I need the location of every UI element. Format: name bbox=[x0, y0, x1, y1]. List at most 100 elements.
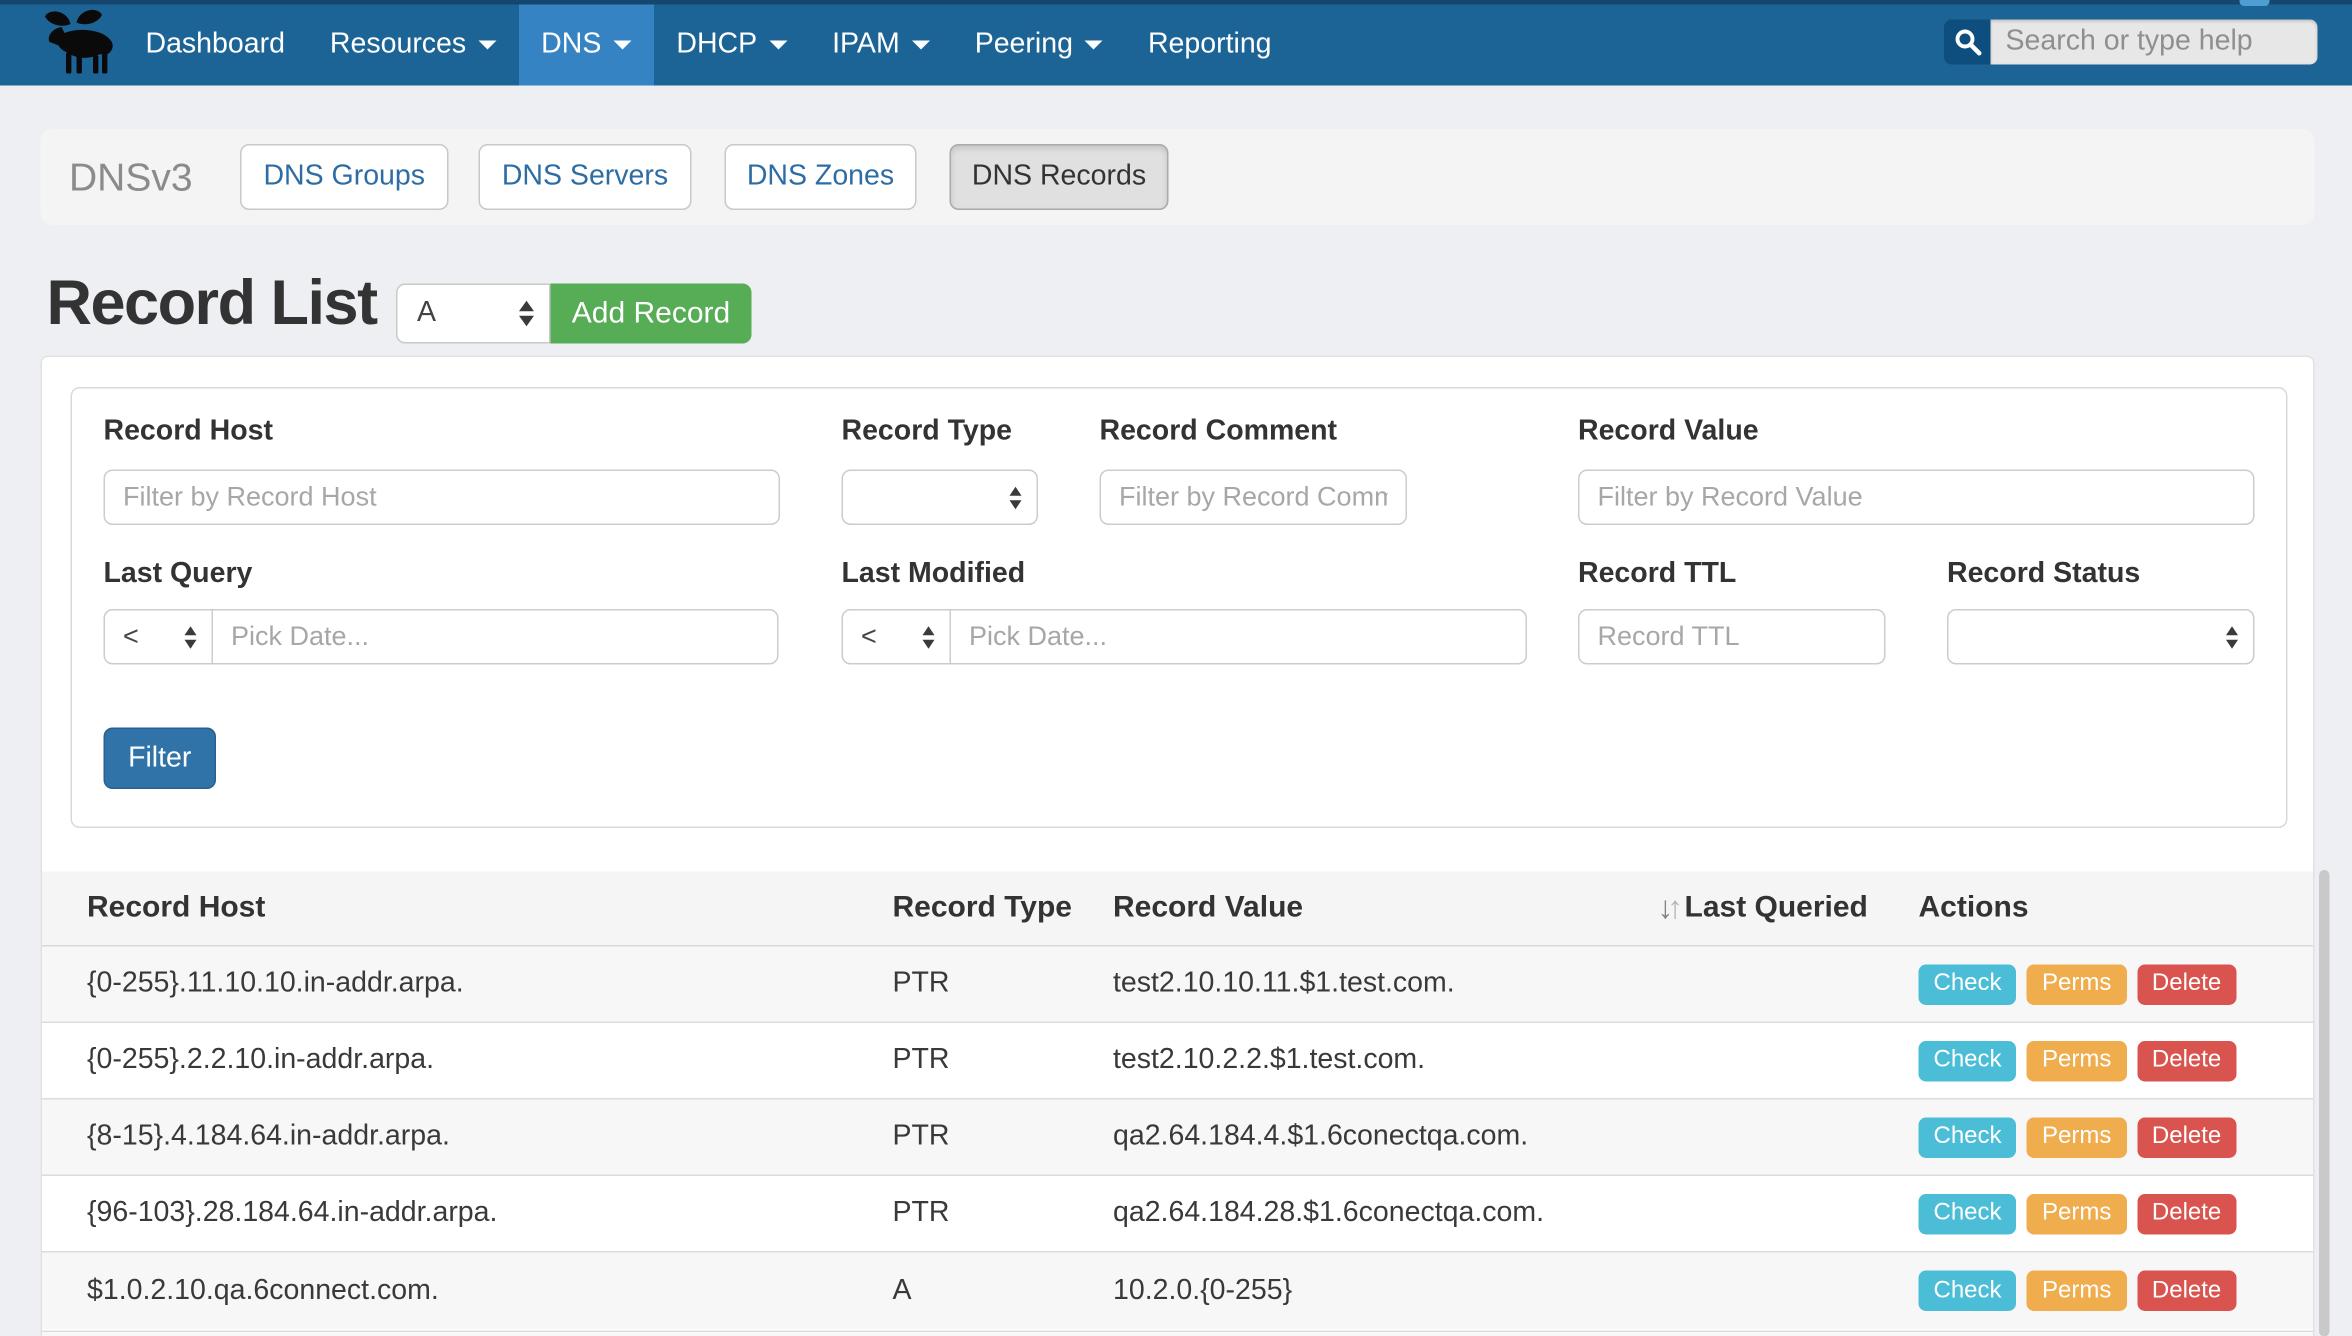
record-ttl-label: Record TTL bbox=[1578, 558, 1736, 590]
col-header-last-queried[interactable]: ↓↑ Last Queried bbox=[1658, 890, 1919, 926]
sort-icon: ↓↑ bbox=[1658, 890, 1684, 926]
check-button[interactable]: Check bbox=[1919, 964, 2017, 1005]
last-query-combo: < bbox=[104, 609, 779, 665]
filter-record-value-label-wrap: Record Value bbox=[1578, 416, 1759, 449]
cell-actions: Check Perms Delete bbox=[1919, 1040, 2314, 1081]
last-query-date-input[interactable] bbox=[213, 609, 779, 665]
record-host-label: Record Host bbox=[104, 416, 273, 448]
delete-button[interactable]: Delete bbox=[2137, 1193, 2236, 1234]
nav-label: Peering bbox=[975, 29, 1073, 62]
nav-item-reporting[interactable]: Reporting bbox=[1125, 5, 1294, 86]
perms-button[interactable]: Perms bbox=[2027, 1117, 2126, 1158]
record-comment-label: Record Comment bbox=[1100, 416, 1338, 448]
cell-record-host: $1.0.2.10.qa.6connect.com. bbox=[87, 1274, 893, 1307]
perms-button[interactable]: Perms bbox=[2027, 1040, 2126, 1081]
record-value-filter-input[interactable] bbox=[1578, 470, 2255, 526]
select-stepper-icon bbox=[2226, 626, 2238, 649]
col-header-record-value: Record Value bbox=[1113, 891, 1658, 926]
filter-record-comment-label-wrap: Record Comment bbox=[1100, 416, 1338, 449]
select-stepper-icon bbox=[185, 626, 197, 649]
cell-record-host: {0-255}.2.2.10.in-addr.arpa. bbox=[87, 1044, 893, 1077]
cell-record-type: PTR bbox=[893, 1121, 1114, 1154]
nav-item-ipam[interactable]: IPAM bbox=[810, 5, 953, 86]
nav-label: DNS bbox=[541, 29, 601, 62]
nav-item-peering[interactable]: Peering bbox=[952, 5, 1125, 86]
last-modified-label: Last Modified bbox=[842, 558, 1026, 590]
delete-button[interactable]: Delete bbox=[2137, 964, 2236, 1005]
check-button[interactable]: Check bbox=[1919, 1117, 2017, 1158]
table-row: {96-103}.28.184.64.in-addr.arpa. PTR qa2… bbox=[42, 1176, 2313, 1253]
chevron-down-icon bbox=[1085, 41, 1103, 50]
filter-submit-button[interactable]: Filter bbox=[104, 728, 217, 790]
check-button[interactable]: Check bbox=[1919, 1271, 2017, 1312]
select-stepper-icon bbox=[923, 626, 935, 649]
filter-record-status-label-wrap: Record Status bbox=[1947, 558, 2140, 591]
cell-record-value: 10.2.0.{0-255} bbox=[1113, 1274, 1658, 1307]
tab-dns-zones[interactable]: DNS Zones bbox=[725, 144, 917, 210]
check-button[interactable]: Check bbox=[1919, 1040, 2017, 1081]
perms-button[interactable]: Perms bbox=[2027, 1193, 2126, 1234]
global-search bbox=[1944, 20, 2318, 65]
tab-dns-servers[interactable]: DNS Servers bbox=[479, 144, 692, 210]
select-stepper-icon bbox=[1010, 486, 1022, 509]
last-queried-header-label: Last Queried bbox=[1685, 891, 1868, 926]
filter-record-host-label-wrap: Record Host bbox=[104, 416, 273, 449]
record-type-select[interactable]: A bbox=[396, 284, 551, 344]
nav-label: Resources bbox=[330, 29, 466, 62]
cell-record-value: test2.10.2.2.$1.test.com. bbox=[1113, 1044, 1658, 1077]
tab-dns-records[interactable]: DNS Records bbox=[950, 144, 1169, 210]
nav-item-dns[interactable]: DNS bbox=[519, 5, 654, 86]
search-icon[interactable] bbox=[1944, 20, 1991, 65]
table-row: {8-15}.4.184.64.in-addr.arpa. PTR qa2.64… bbox=[42, 1100, 2313, 1177]
cell-actions: Check Perms Delete bbox=[1919, 964, 2314, 1005]
col-header-record-host: Record Host bbox=[87, 891, 893, 926]
page-title: Record List bbox=[47, 267, 377, 339]
record-value-label: Record Value bbox=[1578, 416, 1759, 448]
col-header-record-type: Record Type bbox=[893, 891, 1114, 926]
check-button[interactable]: Check bbox=[1919, 1193, 2017, 1234]
perms-button[interactable]: Perms bbox=[2027, 1271, 2126, 1312]
last-modified-date-input[interactable] bbox=[951, 609, 1527, 665]
cell-record-value: qa2.64.184.4.$1.6conectqa.com. bbox=[1113, 1121, 1658, 1154]
filter-record-ttl-label-wrap: Record TTL bbox=[1578, 558, 1736, 591]
add-record-button[interactable]: Add Record bbox=[551, 284, 752, 344]
nav-label: IPAM bbox=[832, 29, 900, 62]
cell-record-value: test2.10.10.11.$1.test.com. bbox=[1113, 968, 1658, 1001]
nav-item-dhcp[interactable]: DHCP bbox=[654, 5, 810, 86]
cell-record-type: A bbox=[893, 1274, 1114, 1307]
record-comment-filter-input[interactable] bbox=[1100, 470, 1408, 526]
records-table: Record Host Record Type Record Value ↓↑ … bbox=[42, 872, 2313, 1330]
add-record-group: A Add Record bbox=[396, 284, 752, 344]
record-type-selected-value: A bbox=[417, 297, 436, 330]
nav-item-resources[interactable]: Resources bbox=[307, 5, 518, 86]
cell-record-host: {0-255}.11.10.10.in-addr.arpa. bbox=[87, 968, 893, 1001]
nav-label: DHCP bbox=[676, 29, 757, 62]
record-type-label: Record Type bbox=[842, 416, 1013, 448]
table-row: {0-255}.2.2.10.in-addr.arpa. PTR test2.1… bbox=[42, 1023, 2313, 1100]
record-ttl-filter-input[interactable] bbox=[1578, 609, 1886, 665]
brand-logo[interactable] bbox=[38, 6, 119, 81]
delete-button[interactable]: Delete bbox=[2137, 1117, 2236, 1158]
cell-actions: Check Perms Delete bbox=[1919, 1193, 2314, 1234]
select-stepper-icon bbox=[519, 301, 534, 327]
chevron-down-icon bbox=[613, 41, 631, 50]
chevron-down-icon bbox=[912, 41, 930, 50]
perms-button[interactable]: Perms bbox=[2027, 964, 2126, 1005]
last-modified-combo: < bbox=[842, 609, 1528, 665]
vertical-scrollbar[interactable] bbox=[2319, 870, 2330, 1336]
chevron-down-icon bbox=[478, 41, 496, 50]
cell-actions: Check Perms Delete bbox=[1919, 1271, 2314, 1312]
delete-button[interactable]: Delete bbox=[2137, 1271, 2236, 1312]
nav-label: Dashboard bbox=[146, 29, 285, 62]
delete-button[interactable]: Delete bbox=[2137, 1040, 2236, 1081]
record-status-filter-select[interactable] bbox=[1947, 609, 2255, 665]
tab-dns-groups[interactable]: DNS Groups bbox=[240, 144, 449, 210]
cell-record-type: PTR bbox=[893, 968, 1114, 1001]
last-modified-operator-select[interactable]: < bbox=[842, 609, 952, 665]
record-type-filter-select[interactable] bbox=[842, 470, 1039, 526]
last-query-operator-select[interactable]: < bbox=[104, 609, 214, 665]
nav-item-dashboard[interactable]: Dashboard bbox=[123, 5, 307, 86]
record-host-filter-input[interactable] bbox=[104, 470, 781, 526]
last-query-label: Last Query bbox=[104, 558, 253, 590]
search-input[interactable] bbox=[1991, 20, 2318, 65]
